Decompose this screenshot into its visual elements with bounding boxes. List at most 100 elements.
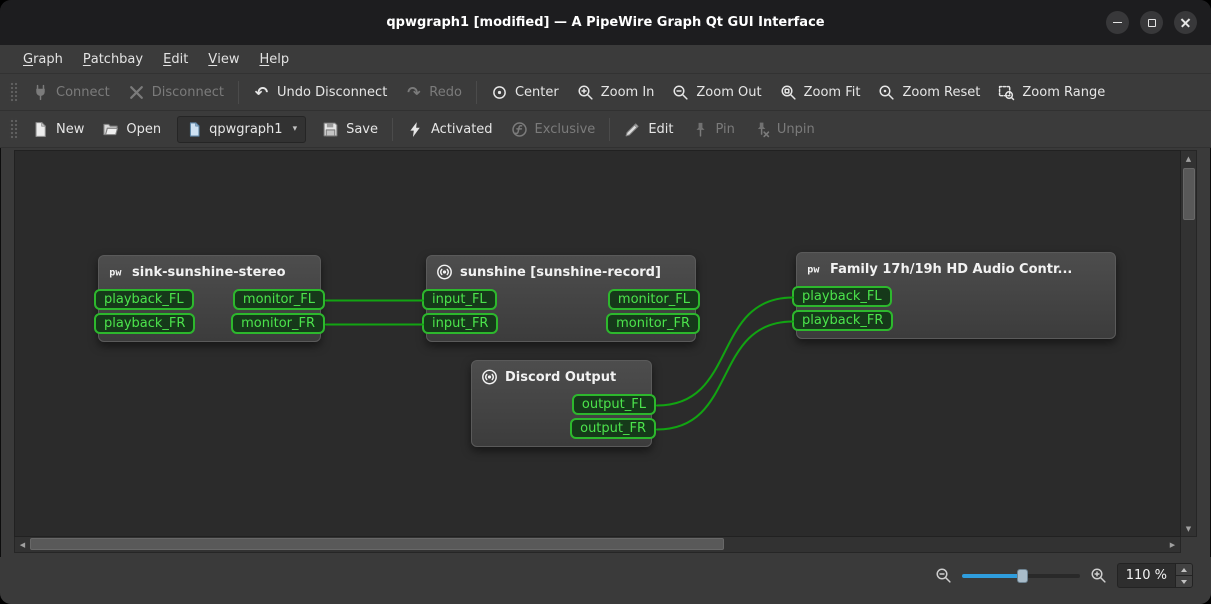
port[interactable]: monitor_FR [606,313,700,334]
port[interactable]: input_FR [422,313,499,334]
pin-button[interactable]: Pin [683,115,744,143]
save-button[interactable]: Save [313,115,387,143]
node-family-hd-audio[interactable]: pw Family 17h/19h HD Audio Contr... play… [792,252,1116,339]
vertical-scrollbar-thumb[interactable] [1182,168,1195,220]
menubar: Graph Patchbay Edit View Help [0,45,1211,74]
zoom-spinbox[interactable]: 110 % [1116,563,1193,588]
menu-graph[interactable]: Graph [13,45,73,73]
toolbar-separator [392,117,394,141]
center-button[interactable]: Center [482,78,568,106]
center-icon [491,84,508,101]
unpin-label: Unpin [776,121,815,137]
titlebar[interactable]: qpwgraph1 [modified] — A PipeWire Graph … [0,0,1211,45]
connect-label: Connect [56,84,110,100]
zoom-value: 110 % [1125,568,1167,583]
zoom-spin-down-button[interactable] [1176,575,1192,587]
node-title: Family 17h/19h HD Audio Contr... [830,261,1073,277]
scroll-right-arrow-icon[interactable]: ▶ [1165,537,1180,552]
port[interactable]: output_FR [570,418,656,439]
menu-patchbay[interactable]: Patchbay [73,45,153,73]
port[interactable]: output_FL [571,394,656,415]
port[interactable]: playback_FL [792,286,892,307]
port[interactable]: monitor_FL [232,289,325,310]
vertical-scrollbar[interactable]: ▲ ▼ [1181,150,1197,537]
open-label: Open [126,121,162,137]
horizontal-scrollbar[interactable]: ◀ ▶ [14,537,1181,553]
zoom-reset-icon [878,84,895,101]
disconnect-icon [128,84,145,101]
zoom-slider-fill [961,573,1022,578]
port[interactable]: input_FL [422,289,497,310]
patchbay-combobox[interactable]: qpwgraph1 ▾ [177,115,307,143]
main-toolbar: Connect Disconnect ↶ Undo Disconnect ↷ R… [0,74,1211,111]
minimize-icon [1113,21,1122,24]
save-label: Save [346,121,379,137]
zoom-range-button[interactable]: Zoom Range [989,78,1114,106]
node-discord-output[interactable]: Discord Output output_FL output_FR [471,360,656,447]
center-label: Center [514,84,559,100]
zoom-out-icon [935,567,952,584]
zoom-fit-label: Zoom Fit [803,84,861,100]
svg-text:pw: pw [807,265,820,276]
redo-button[interactable]: ↷ Redo [396,78,471,106]
monitor-icon [436,264,453,281]
menu-view[interactable]: View [198,45,249,73]
port[interactable]: playback_FR [94,313,196,334]
new-label: New [56,121,85,137]
zoom-reset-button[interactable]: Zoom Reset [869,78,989,106]
zoom-fit-icon [780,84,797,101]
patchbay-file-icon [186,121,203,138]
chevron-down-icon: ▾ [292,124,298,134]
zoom-reset-label: Zoom Reset [902,84,981,100]
toolbar-grip[interactable] [9,118,18,140]
minimize-button[interactable] [1106,11,1129,34]
node-title: Discord Output [505,369,617,385]
zoom-slider-handle[interactable] [1016,568,1028,583]
node-sunshine-record[interactable]: sunshine [sunshine-record] input_FL inpu… [422,255,700,342]
close-button[interactable] [1174,11,1197,34]
port[interactable]: playback_FR [792,310,894,331]
new-button[interactable]: New [23,115,93,143]
node-header: pw sink-sunshine-stereo [99,256,320,288]
toolbar-separator [475,80,477,104]
zoom-in-label: Zoom In [600,84,655,100]
central-area: pw sink-sunshine-stereo playback_FL play… [0,148,1211,557]
scroll-down-arrow-icon[interactable]: ▼ [1181,521,1196,536]
zoom-in-button[interactable]: Zoom In [568,78,664,106]
zoom-out-button[interactable]: Zoom Out [663,78,770,106]
node-sink-sunshine-stereo[interactable]: pw sink-sunshine-stereo playback_FL play… [94,255,325,342]
open-button[interactable]: Open [93,115,170,143]
zoom-range-label: Zoom Range [1022,84,1106,100]
scrollbar-corner [1181,537,1197,553]
undo-disconnect-button[interactable]: ↶ Undo Disconnect [244,78,396,106]
pin-label: Pin [715,121,735,137]
zoom-slider[interactable] [961,568,1080,584]
statusbar: 110 % [0,557,1211,604]
undo-icon: ↶ [254,82,269,102]
zoom-spin-up-button[interactable] [1176,564,1192,575]
port[interactable]: monitor_FR [231,313,325,334]
exclusive-toggle[interactable]: Exclusive [502,115,605,143]
redo-label: Redo [429,84,462,100]
port[interactable]: monitor_FL [607,289,700,310]
edit-toggle[interactable]: Edit [615,115,682,143]
menu-edit[interactable]: Edit [153,45,198,73]
horizontal-scrollbar-thumb[interactable] [30,538,724,550]
activated-toggle[interactable]: Activated [398,115,502,143]
node-header: Discord Output [472,361,651,393]
port[interactable]: playback_FL [94,289,194,310]
node-title: sink-sunshine-stereo [132,264,286,280]
zoom-fit-button[interactable]: Zoom Fit [771,78,870,106]
new-file-icon [32,121,49,138]
toolbar-separator [609,117,611,141]
maximize-button[interactable] [1140,11,1163,34]
toolbar-grip[interactable] [9,81,18,103]
disconnect-button[interactable]: Disconnect [119,78,233,106]
unpin-button[interactable]: Unpin [744,115,824,143]
connect-button[interactable]: Connect [23,78,119,106]
menu-help[interactable]: Help [249,45,299,73]
scroll-up-arrow-icon[interactable]: ▲ [1181,151,1196,166]
toolbar-separator [237,80,239,104]
scroll-left-arrow-icon[interactable]: ◀ [15,537,30,552]
graph-canvas[interactable]: pw sink-sunshine-stereo playback_FL play… [14,150,1181,537]
